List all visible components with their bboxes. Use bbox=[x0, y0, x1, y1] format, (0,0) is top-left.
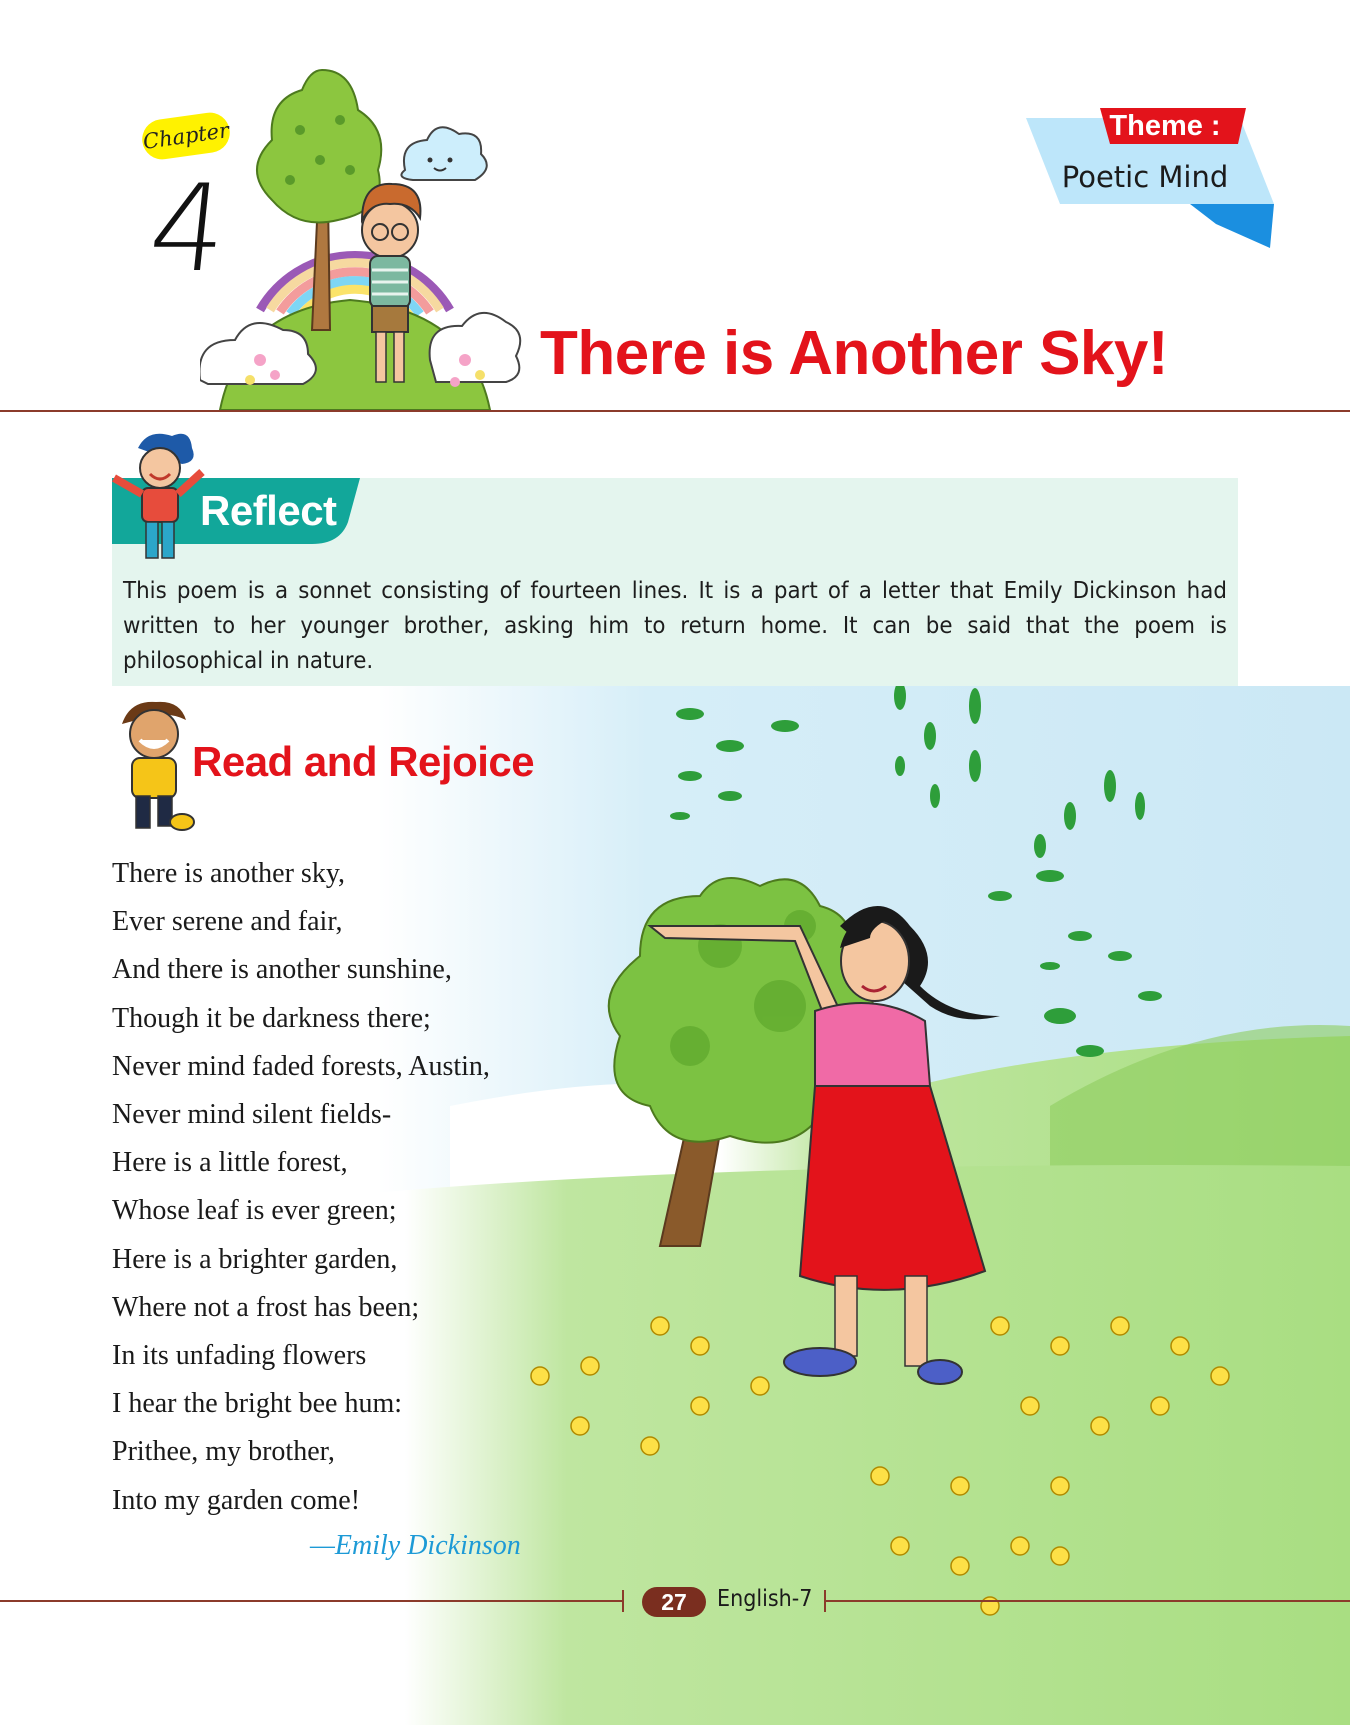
footer-tick-left bbox=[622, 1590, 624, 1612]
footer-rule-left bbox=[0, 1600, 622, 1602]
poem-line: Never mind silent fields- bbox=[112, 1099, 392, 1131]
poem-author: —Emily Dickinson bbox=[310, 1530, 521, 1561]
girl-icon bbox=[112, 433, 205, 559]
book-name: English-7 bbox=[717, 1586, 813, 1612]
cloud-icon bbox=[428, 312, 522, 383]
footer-tick-right bbox=[824, 1590, 826, 1612]
chapter-illustration bbox=[200, 68, 522, 410]
poem-line: Ever serene and fair, bbox=[112, 906, 343, 938]
footer-rule-right bbox=[826, 1600, 1350, 1602]
poem-line: There is another sky, bbox=[112, 858, 345, 889]
poem-line: Never mind faded forests, Austin, bbox=[112, 1050, 490, 1082]
poem: There is another sky, Ever serene and fa… bbox=[112, 850, 592, 1525]
reflect-heading: Reflect bbox=[200, 487, 337, 534]
cloud-icon bbox=[400, 126, 488, 181]
chapter-number: 4 bbox=[142, 160, 234, 299]
header-divider bbox=[0, 410, 1350, 412]
poem-line: Into my garden come! bbox=[112, 1484, 361, 1516]
poem-line: Here is a brighter garden, bbox=[112, 1243, 398, 1275]
poem-line: Though it be darkness there; bbox=[112, 1002, 431, 1034]
boy-icon bbox=[122, 701, 195, 831]
poem-line: Prithee, my brother, bbox=[112, 1436, 335, 1468]
reflect-text: This poem is a sonnet consisting of four… bbox=[123, 578, 1227, 674]
poem-line: Whose leaf is ever green; bbox=[112, 1195, 397, 1227]
poem-line: And there is another sunshine, bbox=[112, 954, 452, 986]
theme-value: Poetic Mind bbox=[1061, 160, 1229, 194]
read-heading: Read and Rejoice bbox=[192, 738, 535, 785]
poem-line: In its unfading flowers bbox=[112, 1340, 367, 1372]
poem-line: I hear the bright bee hum: bbox=[112, 1388, 403, 1420]
poem-line: Here is a little forest, bbox=[112, 1147, 348, 1179]
page-title: There is Another Sky! bbox=[540, 319, 1169, 388]
poem-line: Where not a frost has been; bbox=[112, 1291, 420, 1323]
theme-label: Theme : bbox=[1109, 110, 1221, 142]
page-number: 27 bbox=[642, 1587, 706, 1617]
